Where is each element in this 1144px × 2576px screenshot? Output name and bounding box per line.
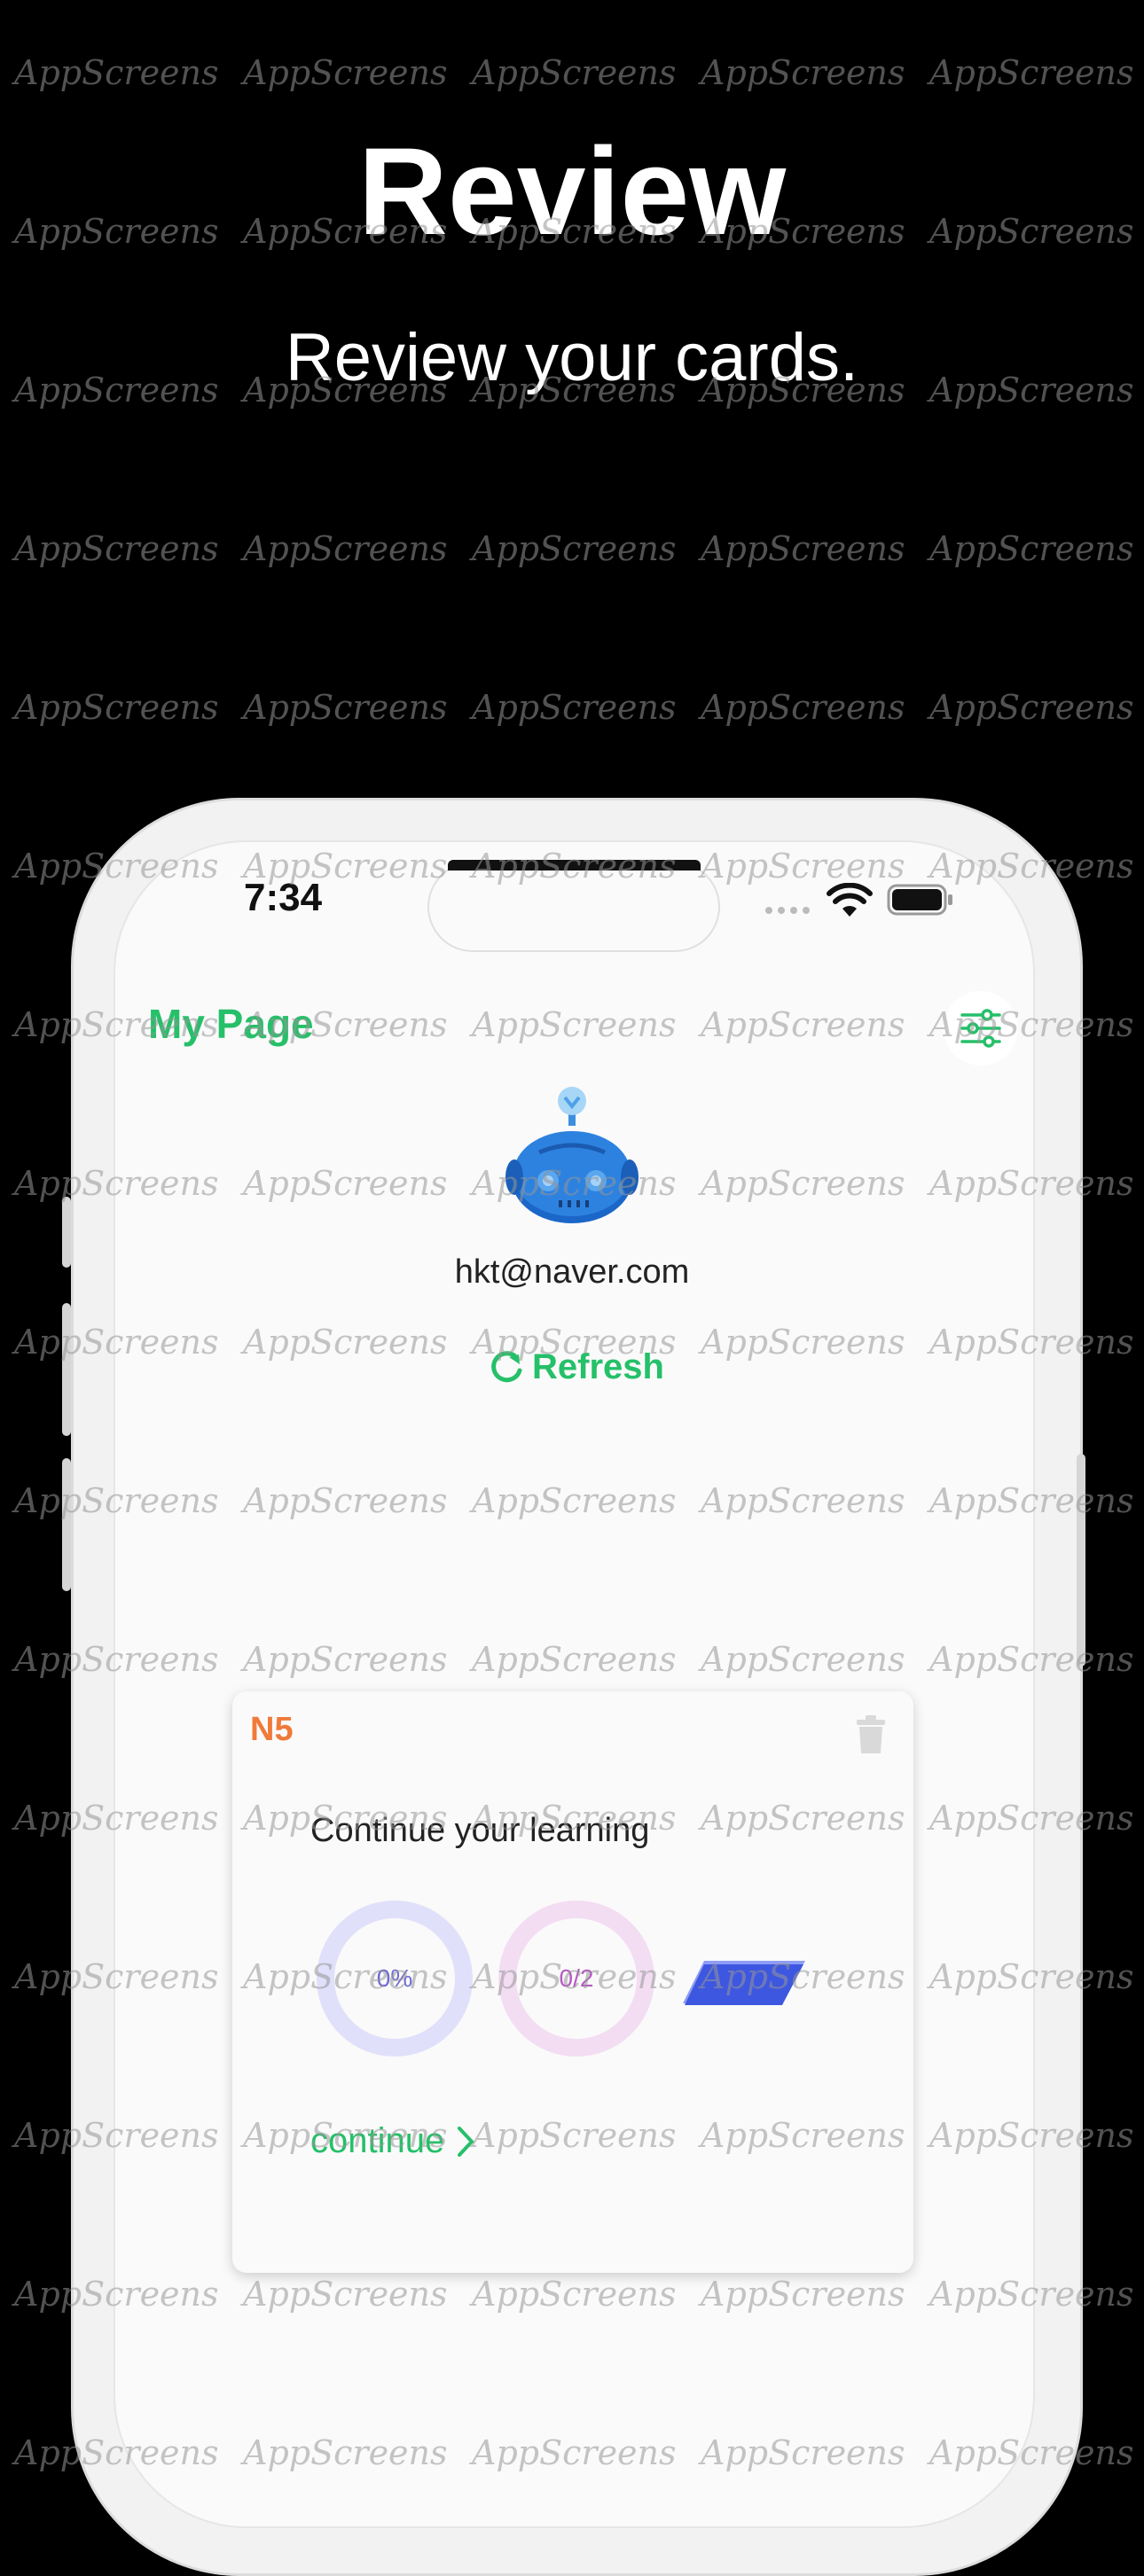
refresh-button[interactable]: Refresh <box>488 1343 664 1392</box>
page-title: My Page <box>148 1001 314 1047</box>
watermark-text: AppScreens <box>243 529 448 568</box>
phone-volume-up-button <box>62 1303 71 1436</box>
watermark-text: AppScreens <box>14 529 219 568</box>
progress-percent: 0% <box>376 1964 413 1992</box>
filter-settings-button[interactable] <box>944 991 1018 1066</box>
continue-button[interactable]: continue <box>310 2121 474 2161</box>
watermark-text: AppScreens <box>701 529 905 568</box>
trash-icon[interactable] <box>853 1714 889 1755</box>
watermark-text: AppScreens <box>929 688 1134 727</box>
continue-label: continue <box>310 2121 445 2160</box>
watermark-text: AppScreens <box>929 53 1134 92</box>
card-heading: Continue your learning <box>310 1812 650 1849</box>
battery-icon <box>887 884 952 916</box>
count-ring: 0/2 <box>498 1901 654 2057</box>
promo-title: Review <box>357 121 787 261</box>
watermark-text: AppScreens <box>243 53 448 92</box>
dynamic-island <box>427 862 720 952</box>
refresh-icon <box>491 1350 522 1382</box>
dynamic-island-notch <box>448 860 701 870</box>
robot-avatar-icon <box>505 1087 639 1223</box>
watermark-text: AppScreens <box>701 688 905 727</box>
watermark-text: AppScreens <box>472 53 677 92</box>
flashcards-icon <box>683 1961 805 2005</box>
cellular-signal-icon <box>765 907 810 914</box>
watermark-text: AppScreens <box>472 529 677 568</box>
learning-card[interactable]: N5 Continue your learning 0% 0/2 continu… <box>232 1691 913 2273</box>
sliders-icon <box>960 1009 1001 1048</box>
phone-volume-down-button <box>62 1458 71 1591</box>
status-time: 7:34 <box>244 876 323 919</box>
progress-ring: 0% <box>317 1901 473 2057</box>
watermark-text: AppScreens <box>14 688 219 727</box>
chevron-right-icon <box>458 2126 474 2157</box>
watermark-text: AppScreens <box>472 688 677 727</box>
user-email: hkt@naver.com <box>454 1253 690 1291</box>
level-badge: N5 <box>250 1711 294 1748</box>
watermark-text: AppScreens <box>243 688 448 727</box>
phone-power-button <box>1077 1454 1085 1667</box>
refresh-label: Refresh <box>532 1347 664 1386</box>
watermark-text: AppScreens <box>14 53 219 92</box>
count-value: 0/2 <box>559 1964 594 1992</box>
promo-subtitle: Review your cards. <box>285 320 859 395</box>
watermark-text: AppScreens <box>701 53 905 92</box>
wifi-icon <box>827 883 873 917</box>
watermark-text: AppScreens <box>929 529 1134 568</box>
